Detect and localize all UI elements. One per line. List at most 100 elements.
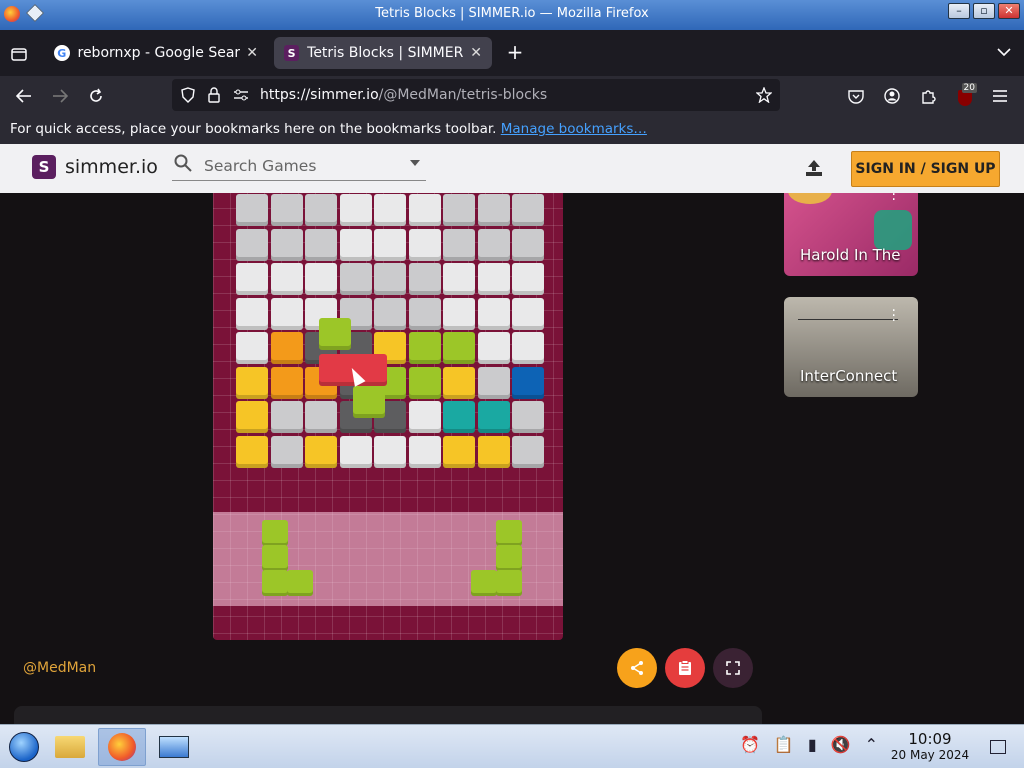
clipboard-button[interactable] bbox=[665, 648, 705, 688]
url-text[interactable]: https://simmer.io/@MedMan/tetris-blocks bbox=[260, 87, 547, 103]
tab-overflow-chevron-icon[interactable] bbox=[994, 42, 1014, 62]
board-cell bbox=[339, 263, 372, 295]
site-logo[interactable]: S simmer.io bbox=[32, 155, 158, 179]
interconnect-thumbnail-art bbox=[798, 319, 898, 320]
upload-icon[interactable] bbox=[804, 158, 824, 178]
tray-expand-chevron-icon[interactable]: ⌃ bbox=[865, 735, 878, 754]
firefox-taskbar-button[interactable] bbox=[98, 728, 146, 766]
search-placeholder: Search Games bbox=[204, 157, 317, 175]
board-cell bbox=[270, 228, 303, 261]
board-cell bbox=[443, 228, 475, 261]
control-panel-button[interactable] bbox=[152, 728, 196, 766]
floating-piece-cell bbox=[319, 318, 351, 350]
extensions-puzzle-icon[interactable] bbox=[917, 85, 939, 107]
windows-logo-icon bbox=[9, 732, 39, 762]
tracking-shield-icon[interactable] bbox=[180, 87, 196, 103]
site-header: S simmer.io Search Games SIGN IN / SIGN … bbox=[0, 144, 1024, 193]
tray-piece-cell[interactable] bbox=[262, 545, 288, 571]
board-cell bbox=[305, 401, 337, 433]
board-cell bbox=[443, 401, 475, 433]
fullscreen-icon bbox=[726, 661, 740, 675]
sign-in-button[interactable]: SIGN IN / SIGN UP bbox=[851, 151, 1000, 187]
tray-piece-cell[interactable] bbox=[262, 520, 288, 546]
game-card-interconnect[interactable]: · · · InterConnect bbox=[784, 297, 918, 397]
board-cell bbox=[512, 228, 544, 261]
taskbar-clock[interactable]: 10:09 20 May 2024 bbox=[890, 730, 970, 762]
tray-piece-cell[interactable] bbox=[496, 570, 522, 596]
site-name: simmer.io bbox=[65, 156, 158, 178]
board-cell bbox=[236, 263, 268, 295]
board-cell bbox=[443, 332, 475, 364]
close-window-button[interactable]: ✕ bbox=[998, 3, 1020, 19]
file-explorer-button[interactable] bbox=[48, 728, 92, 766]
card-menu-icon[interactable]: ··· bbox=[892, 304, 896, 328]
volume-muted-icon[interactable]: 🔇 bbox=[831, 735, 851, 754]
pocket-icon[interactable] bbox=[845, 85, 867, 107]
share-button[interactable] bbox=[617, 648, 657, 688]
board-cell bbox=[374, 228, 406, 261]
maximize-button[interactable]: ▫ bbox=[973, 3, 995, 19]
tray-piece-cell[interactable] bbox=[262, 570, 288, 596]
board-cell bbox=[408, 435, 441, 468]
tray-piece-cell[interactable] bbox=[287, 570, 313, 596]
ublock-extension-icon[interactable]: 20 bbox=[953, 83, 977, 107]
board-cell bbox=[408, 263, 441, 295]
board-cell bbox=[512, 263, 544, 295]
board-cell bbox=[236, 297, 268, 330]
tray-piece-cell[interactable] bbox=[496, 520, 522, 546]
bookmark-star-icon[interactable] bbox=[755, 86, 773, 104]
clipboard-tray-icon[interactable]: 📋 bbox=[774, 735, 794, 754]
hamburger-menu-icon[interactable] bbox=[989, 85, 1011, 107]
floating-piece-cell bbox=[353, 386, 385, 418]
tray-piece-cell[interactable] bbox=[471, 570, 497, 596]
search-games-input[interactable]: Search Games bbox=[172, 154, 426, 181]
board-cell bbox=[374, 263, 406, 295]
alarm-clock-icon[interactable]: ⏰ bbox=[740, 735, 760, 754]
url-host: https://simmer.io bbox=[260, 87, 379, 103]
reload-icon[interactable] bbox=[85, 85, 107, 107]
board-cell bbox=[512, 435, 544, 468]
permissions-icon[interactable] bbox=[232, 87, 250, 103]
game-canvas[interactable] bbox=[213, 174, 563, 640]
board-cell bbox=[512, 366, 544, 399]
address-bar[interactable]: https://simmer.io/@MedMan/tetris-blocks bbox=[172, 79, 780, 111]
board-cell bbox=[305, 435, 337, 468]
start-button[interactable] bbox=[2, 728, 46, 766]
board-cell bbox=[236, 435, 268, 468]
tab-close-icon[interactable]: ✕ bbox=[470, 45, 482, 61]
author-link[interactable]: @MedMan bbox=[23, 660, 96, 676]
lock-icon[interactable] bbox=[206, 87, 222, 103]
tab-google-search[interactable]: G rebornxp - Google Search ✕ bbox=[44, 37, 268, 69]
board-cell bbox=[512, 332, 544, 364]
manage-bookmarks-link[interactable]: Manage bookmarks… bbox=[501, 121, 647, 137]
piece-tray bbox=[213, 512, 563, 606]
board-cell bbox=[374, 435, 406, 468]
board-cell bbox=[236, 366, 268, 399]
tray-piece-cell[interactable] bbox=[496, 545, 522, 571]
battery-icon[interactable]: ▮ bbox=[808, 735, 817, 754]
back-arrow-icon[interactable] bbox=[13, 85, 35, 107]
board-cell bbox=[512, 401, 544, 433]
bookmarks-hint-text: For quick access, place your bookmarks h… bbox=[10, 121, 497, 137]
tab-close-icon[interactable]: ✕ bbox=[246, 45, 258, 61]
board-cell bbox=[305, 263, 337, 295]
minimize-button[interactable]: – bbox=[948, 3, 970, 19]
board-cell bbox=[339, 435, 372, 468]
clipboard-icon bbox=[679, 660, 691, 675]
board-cell bbox=[270, 401, 303, 433]
board-cell bbox=[443, 435, 475, 468]
board-cell bbox=[408, 194, 441, 226]
search-dropdown-icon[interactable] bbox=[410, 160, 420, 166]
search-icon bbox=[174, 154, 192, 177]
firefox-icon bbox=[108, 733, 136, 761]
forward-arrow-icon[interactable] bbox=[49, 85, 71, 107]
account-icon[interactable] bbox=[881, 85, 903, 107]
new-tab-button[interactable]: + bbox=[504, 40, 526, 64]
list-all-tabs-icon[interactable] bbox=[8, 43, 30, 65]
comments-panel bbox=[14, 706, 762, 724]
board-cell bbox=[477, 401, 510, 433]
window-title: Tetris Blocks | SIMMER.io — Mozilla Fire… bbox=[375, 6, 649, 21]
tab-tetris-blocks[interactable]: S Tetris Blocks | SIMMER.io ✕ bbox=[274, 37, 492, 69]
show-desktop-button[interactable] bbox=[984, 728, 1012, 766]
fullscreen-button[interactable] bbox=[713, 648, 753, 688]
